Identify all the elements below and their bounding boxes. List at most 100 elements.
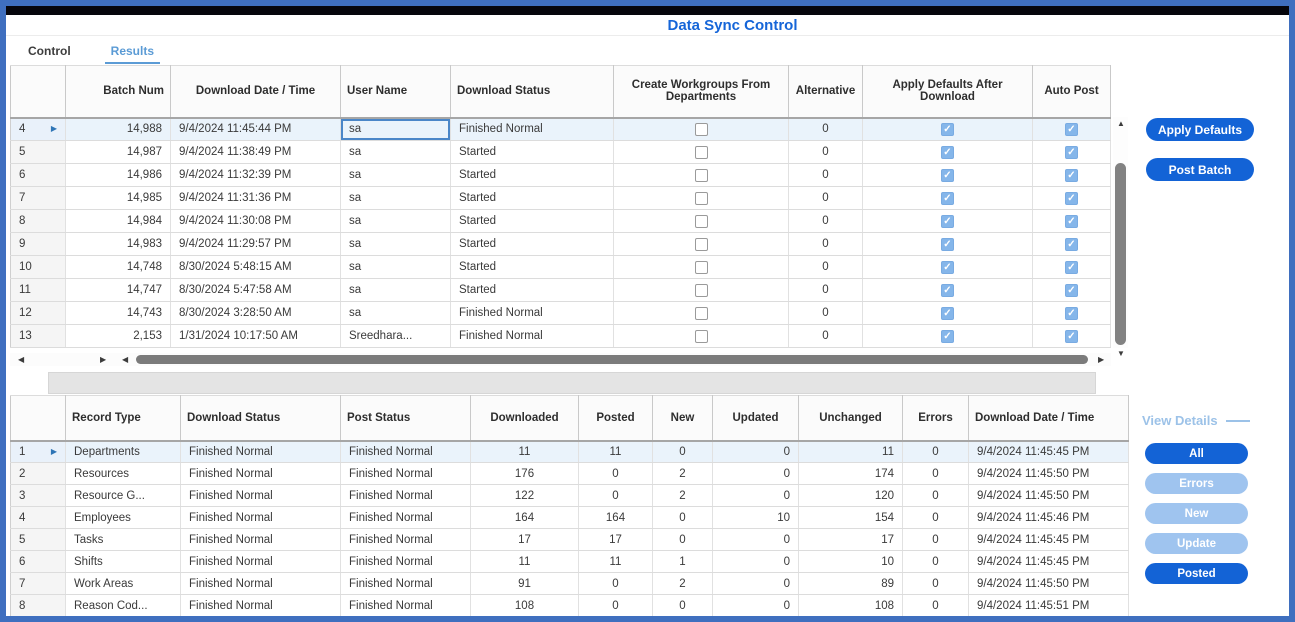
auto_post-checkbox[interactable]: ✓ [1065,192,1078,205]
cell-download_status[interactable]: Finished Normal [181,441,341,463]
cell-apply_defaults[interactable]: ✓ [863,279,1033,302]
cell-user_name[interactable]: Sreedhara... [341,325,451,348]
cell-download_status[interactable]: Started [451,256,614,279]
cell-record_type[interactable]: Departments [66,441,181,463]
cell-create_workgroups[interactable] [614,279,789,302]
cell-errors[interactable]: 0 [903,595,969,617]
cell-apply_defaults[interactable]: ✓ [863,118,1033,141]
cell-auto_post[interactable]: ✓ [1033,187,1111,210]
cell-downloaded[interactable]: 91 [471,573,579,595]
cell-auto_post[interactable]: ✓ [1033,302,1111,325]
auto_post-checkbox[interactable]: ✓ [1065,123,1078,136]
cell-alternative[interactable]: 0 [789,233,863,256]
cell-posted[interactable]: 17 [579,529,653,551]
cell-download_status[interactable]: Finished Normal [181,485,341,507]
cell-download_date[interactable]: 9/4/2024 11:45:50 PM [969,573,1129,595]
cell-row_num[interactable]: 6 [11,551,66,573]
cell-record_type[interactable]: Tasks [66,529,181,551]
cell-download_status[interactable]: Started [451,233,614,256]
col-header-row_num[interactable] [11,396,66,441]
cell-new[interactable]: 1 [653,551,713,573]
auto_post-checkbox[interactable]: ✓ [1065,169,1078,182]
auto_post-checkbox[interactable]: ✓ [1065,284,1078,297]
apply_defaults-checkbox[interactable]: ✓ [941,192,954,205]
col-header-updated[interactable]: Updated [713,396,799,441]
scroll-down-icon[interactable]: ▼ [1117,350,1125,358]
cell-download_status[interactable]: Started [451,210,614,233]
cell-batch_num[interactable]: 14,987 [66,141,171,164]
create_workgroups-checkbox[interactable] [695,330,708,343]
cell-create_workgroups[interactable] [614,118,789,141]
cell-alternative[interactable]: 0 [789,210,863,233]
cell-row_num[interactable]: 12 [11,302,66,325]
col-header-unchanged[interactable]: Unchanged [799,396,903,441]
cell-download_date[interactable]: 9/4/2024 11:45:46 PM [969,507,1129,529]
apply_defaults-checkbox[interactable]: ✓ [941,261,954,274]
cell-apply_defaults[interactable]: ✓ [863,233,1033,256]
col-header-batch_num[interactable]: Batch Num [66,66,171,118]
create_workgroups-checkbox[interactable] [695,169,708,182]
cell-auto_post[interactable]: ✓ [1033,118,1111,141]
cell-alternative[interactable]: 0 [789,302,863,325]
cell-download_status[interactable]: Finished Normal [181,529,341,551]
view-details-new-button[interactable]: New [1145,503,1248,524]
cell-create_workgroups[interactable] [614,164,789,187]
cell-errors[interactable]: 0 [903,485,969,507]
cell-new[interactable]: 2 [653,463,713,485]
table-row[interactable]: 514,9879/4/2024 11:38:49 PMsaStarted0✓✓ [11,141,1111,164]
cell-post_status[interactable]: Finished Normal [341,441,471,463]
col-header-posted[interactable]: Posted [579,396,653,441]
auto_post-checkbox[interactable]: ✓ [1065,330,1078,343]
cell-downloaded[interactable]: 176 [471,463,579,485]
cell-errors[interactable]: 0 [903,551,969,573]
table-row[interactable]: 5TasksFinished NormalFinished Normal1717… [11,529,1129,551]
cell-download_date[interactable]: 9/4/2024 11:45:50 PM [969,485,1129,507]
apply_defaults-checkbox[interactable]: ✓ [941,146,954,159]
cell-auto_post[interactable]: ✓ [1033,233,1111,256]
cell-download_date[interactable]: 9/4/2024 11:38:49 PM [171,141,341,164]
col-header-create_workgroups[interactable]: Create Workgroups From Departments [614,66,789,118]
cell-download_date[interactable]: 9/4/2024 11:45:45 PM [969,551,1129,573]
cell-unchanged[interactable]: 17 [799,529,903,551]
cell-create_workgroups[interactable] [614,302,789,325]
cell-apply_defaults[interactable]: ✓ [863,187,1033,210]
cell-new[interactable]: 2 [653,573,713,595]
cell-download_status[interactable]: Finished Normal [451,302,614,325]
cell-unchanged[interactable]: 11 [799,441,903,463]
table-row[interactable]: 1▶DepartmentsFinished NormalFinished Nor… [11,441,1129,463]
cell-updated[interactable]: 0 [713,529,799,551]
cell-apply_defaults[interactable]: ✓ [863,141,1033,164]
cell-record_type[interactable]: Resource G... [66,485,181,507]
cell-apply_defaults[interactable]: ✓ [863,210,1033,233]
cell-row_num[interactable]: 13 [11,325,66,348]
cell-download_status[interactable]: Finished Normal [181,551,341,573]
cell-downloaded[interactable]: 11 [471,551,579,573]
col-header-download_status[interactable]: Download Status [451,66,614,118]
create_workgroups-checkbox[interactable] [695,238,708,251]
table-row[interactable]: 2ResourcesFinished NormalFinished Normal… [11,463,1129,485]
cell-batch_num[interactable]: 14,747 [66,279,171,302]
table-row[interactable]: 3Resource G...Finished NormalFinished No… [11,485,1129,507]
cell-auto_post[interactable]: ✓ [1033,279,1111,302]
cell-alternative[interactable]: 0 [789,141,863,164]
cell-create_workgroups[interactable] [614,210,789,233]
col-header-download_date[interactable]: Download Date / Time [171,66,341,118]
col-header-download_date[interactable]: Download Date / Time [969,396,1129,441]
cell-row_num[interactable]: 2 [11,463,66,485]
tab-control[interactable]: Control [24,42,75,60]
cell-updated[interactable]: 0 [713,441,799,463]
cell-row_num[interactable]: 6 [11,164,66,187]
cell-batch_num[interactable]: 14,984 [66,210,171,233]
cell-download_status[interactable]: Finished Normal [451,325,614,348]
auto_post-checkbox[interactable]: ✓ [1065,146,1078,159]
cell-download_date[interactable]: 8/30/2024 5:47:58 AM [171,279,341,302]
cell-row_num[interactable]: 9 [11,233,66,256]
cell-auto_post[interactable]: ✓ [1033,164,1111,187]
cell-create_workgroups[interactable] [614,187,789,210]
post-batch-button[interactable]: Post Batch [1146,158,1254,181]
cell-downloaded[interactable]: 122 [471,485,579,507]
cell-user_name[interactable]: sa [341,233,451,256]
cell-posted[interactable]: 0 [579,463,653,485]
cell-updated[interactable]: 0 [713,485,799,507]
cell-user_name[interactable]: sa [341,279,451,302]
